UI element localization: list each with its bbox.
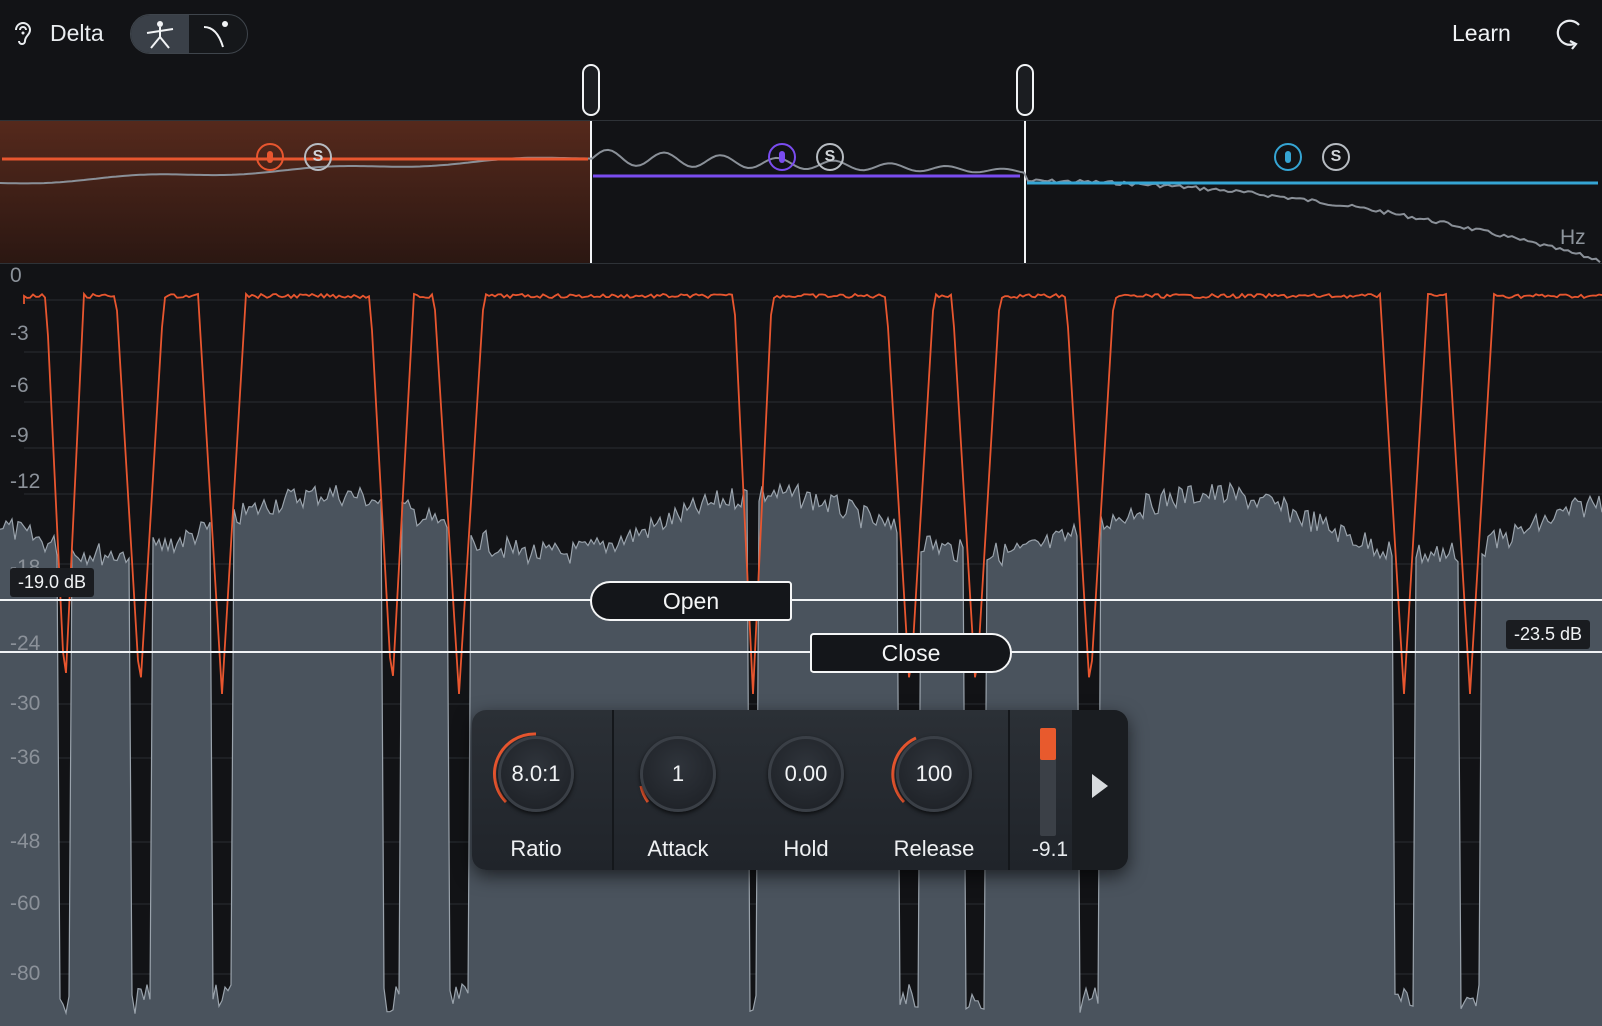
attack-label: Attack — [647, 836, 709, 861]
close-threshold-handle[interactable]: Close — [810, 633, 1012, 673]
mode-curve-button[interactable] — [189, 15, 247, 53]
axis-label-24: -24 — [10, 632, 41, 655]
low-band-bypass-icon[interactable] — [256, 143, 284, 171]
axis-label-30: -30 — [10, 692, 41, 715]
axis-label-80: -80 — [10, 962, 41, 985]
crossover-display — [0, 121, 1601, 263]
gate-waveform — [0, 291, 1602, 1026]
axis-label-3: -3 — [10, 322, 29, 345]
crossover-section: S S S — [0, 64, 1602, 264]
curve-icon — [203, 21, 228, 48]
top-bar: Delta Learn — [0, 0, 1602, 64]
mode-person-button[interactable] — [131, 15, 189, 53]
ear-icon[interactable] — [10, 18, 36, 48]
axis-label-48: -48 — [10, 830, 41, 853]
output-level-meter — [1040, 728, 1056, 836]
delta-label[interactable]: Delta — [50, 20, 104, 47]
open-threshold-handle[interactable]: Open — [590, 581, 792, 621]
hold-knob[interactable]: 0.00 — [756, 724, 856, 824]
view-mode-toggle[interactable] — [130, 14, 248, 54]
gate-meter-display: 0 -3 -6 -9 -12 -18 -24 -30 -36 -48 -60 -… — [0, 264, 1602, 1026]
hz-unit-label: Hz — [1560, 226, 1586, 249]
learn-button[interactable]: Learn — [1452, 20, 1511, 47]
ratio-knob[interactable]: 8.0:1 — [486, 724, 586, 824]
band-strip: S S S — [0, 120, 1602, 264]
mid-band-bypass-icon[interactable] — [768, 143, 796, 171]
refresh-icon[interactable] — [1553, 16, 1587, 50]
low-band-region — [0, 121, 591, 263]
person-icon — [146, 21, 174, 49]
high-band-bypass-icon[interactable] — [1274, 143, 1302, 171]
low-band-solo-button[interactable]: S — [304, 143, 332, 171]
output-level-fill — [1040, 728, 1056, 761]
crossover-handle-high[interactable] — [1016, 64, 1034, 116]
axis-label-6: -6 — [10, 374, 29, 397]
crossover-handle-low[interactable] — [582, 64, 600, 116]
output-level-value: -9.1 — [1031, 838, 1069, 861]
hold-value: 0.00 — [768, 736, 844, 812]
release-label: Release — [893, 836, 975, 861]
close-threshold-value[interactable]: -23.5 dB — [1506, 620, 1591, 649]
hold-label: Hold — [783, 836, 829, 861]
open-threshold-value[interactable]: -19.0 dB — [10, 568, 95, 597]
ratio-value: 8.0:1 — [498, 736, 574, 812]
mid-band-solo-button[interactable]: S — [816, 143, 844, 171]
axis-label-12: -12 — [10, 470, 41, 493]
attack-value: 1 — [640, 736, 716, 812]
axis-label-0: 0 — [10, 264, 22, 287]
expand-panel-arrow-icon[interactable] — [1092, 774, 1108, 798]
release-knob[interactable]: 100 — [884, 724, 984, 824]
release-value: 100 — [896, 736, 972, 812]
ratio-label: Ratio — [510, 836, 562, 861]
high-band-solo-button[interactable]: S — [1322, 143, 1350, 171]
axis-label-60: -60 — [10, 892, 41, 915]
axis-label-36: -36 — [10, 746, 41, 769]
panel-divider-meter — [1008, 710, 1010, 870]
attack-knob[interactable]: 1 — [628, 724, 728, 824]
gate-control-panel: 8.0:1 Ratio 1 Attack 0.00 Hold 100 Relea… — [472, 710, 1128, 870]
panel-divider — [612, 710, 614, 870]
axis-label-9: -9 — [10, 424, 29, 447]
